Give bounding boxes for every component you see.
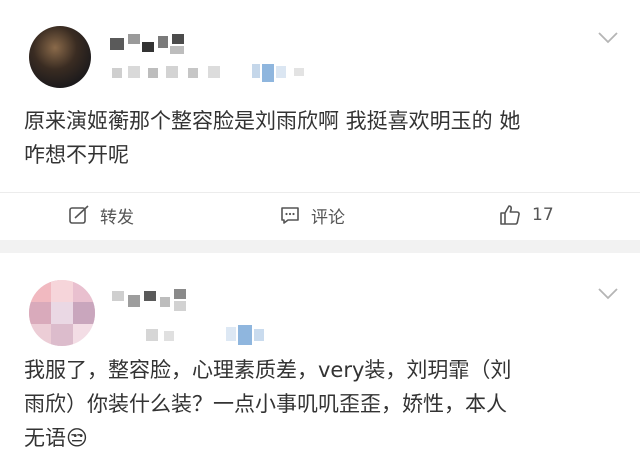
post-meta-blurred <box>146 325 296 347</box>
repost-button[interactable]: 转发 <box>68 202 134 228</box>
avatar[interactable] <box>29 26 91 88</box>
post-text: 我服了，整容脸，心理素质差，very装，刘玥霏（刘 雨欣）你装什么装？一点小事叽… <box>24 353 511 455</box>
post-text-line: 雨欣）你装什么装？一点小事叽叽歪歪，娇性，本人 <box>24 392 507 416</box>
post-card: 我服了，整容脸，心理素质差，very装，刘玥霏（刘 雨欣）你装什么装？一点小事叽… <box>0 253 640 471</box>
post-text-line: 我服了，整容脸，心理素质差，very装，刘玥霏（刘 <box>24 358 512 382</box>
post-text-line: 咋想不开呢 <box>24 143 129 167</box>
action-bar: 转发 评论 17 <box>0 192 640 236</box>
comment-button[interactable]: 评论 <box>279 202 345 228</box>
comment-label: 评论 <box>311 207 345 228</box>
post-text: 原来演姬蘅那个整容脸是刘雨欣啊 我挺喜欢明玉的 她 咋想不开呢 <box>24 104 520 172</box>
post-meta-blurred <box>112 64 312 84</box>
avatar[interactable] <box>29 280 95 346</box>
post-text-line: 无语😒 <box>24 426 88 450</box>
like-button[interactable]: 17 <box>498 202 554 228</box>
post-card: 原来演姬蘅那个整容脸是刘雨欣啊 我挺喜欢明玉的 她 咋想不开呢 转发 评论 17 <box>0 0 640 240</box>
post-text-line: 原来演姬蘅那个整容脸是刘雨欣啊 我挺喜欢明玉的 她 <box>24 109 521 133</box>
repost-icon <box>69 205 89 224</box>
username-blurred[interactable] <box>110 34 190 58</box>
username-blurred[interactable] <box>112 289 192 313</box>
repost-label: 转发 <box>100 207 134 228</box>
like-count: 17 <box>532 205 554 225</box>
chevron-down-icon[interactable] <box>598 32 618 44</box>
thumbs-up-icon <box>500 205 520 225</box>
comment-icon <box>281 207 299 224</box>
chevron-down-icon[interactable] <box>598 288 618 300</box>
